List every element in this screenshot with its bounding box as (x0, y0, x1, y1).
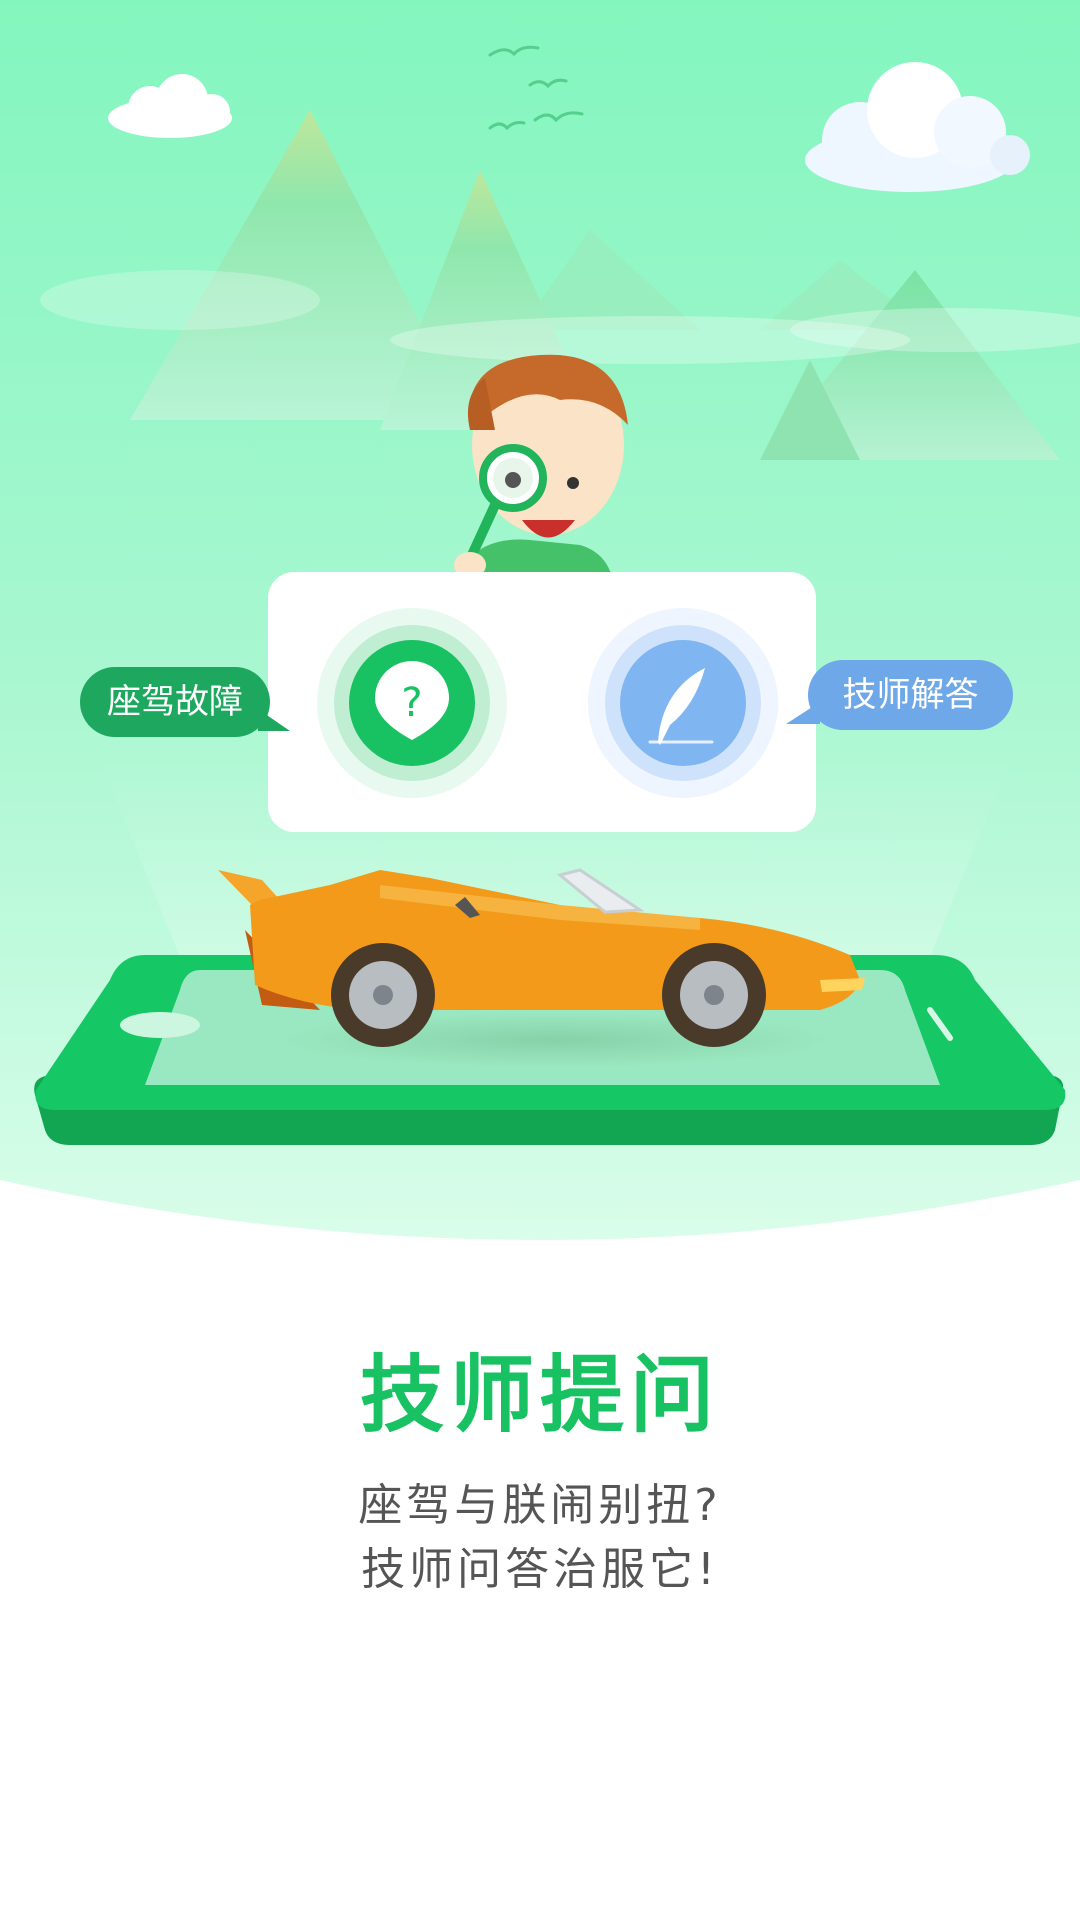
feather-icon (588, 608, 778, 798)
subtitle-line-1: 座驾与朕闹别扭? (358, 1480, 722, 1531)
page-title: 技师提问 (359, 1346, 720, 1444)
hero-illustration: ? (0, 0, 1080, 1240)
subtitle-line-2: 技师问答治服它! (361, 1544, 719, 1595)
answer-bubble: 技师解答 (786, 660, 1013, 730)
question-pin-icon: ? (317, 608, 507, 798)
fault-bubble: 座驾故障 (80, 667, 290, 737)
feature-card: ? (268, 572, 816, 832)
question-mark: ? (401, 680, 422, 726)
intro-text: 技师提问 座驾与朕闹别扭? 技师问答治服它! (0, 1340, 1080, 1602)
